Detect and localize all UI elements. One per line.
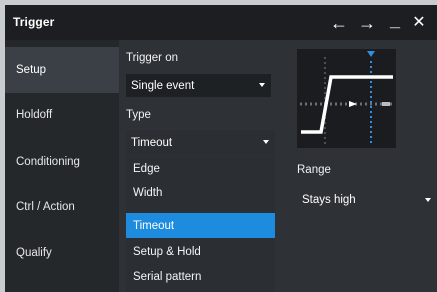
type-option-serial-pattern[interactable]: Serial pattern — [126, 265, 275, 289]
option-label: Timeout — [133, 219, 175, 232]
type-select[interactable]: Timeout — [126, 130, 275, 155]
range-label: Range — [297, 164, 331, 176]
chevron-down-icon — [425, 198, 431, 202]
type-dropdown-list: Edge Width Timeout Setup & Hold Serial p… — [126, 156, 275, 292]
arrow-left-icon[interactable]: ← — [329, 12, 349, 34]
type-option-timeout[interactable]: Timeout — [126, 213, 275, 238]
type-option-edge[interactable]: Edge — [126, 157, 275, 181]
range-select[interactable]: Stays high — [297, 188, 437, 212]
title-bar: Trigger ← → _ ✕ — [5, 5, 437, 40]
range-value: Stays high — [302, 194, 356, 206]
sidebar-item-setup[interactable]: Setup — [5, 47, 119, 93]
trigger-on-value: Single event — [131, 79, 195, 92]
minimize-icon[interactable]: _ — [385, 11, 405, 34]
dialog-title: Trigger — [13, 15, 55, 29]
option-label: Width — [133, 187, 163, 199]
sidebar-item-label: Conditioning — [16, 156, 80, 168]
sidebar-item-label: Holdoff — [16, 109, 53, 121]
sidebar-item-label: Setup — [16, 64, 47, 76]
trigger-on-label: Trigger on — [126, 52, 178, 64]
option-label: Edge — [133, 163, 160, 175]
trigger-on-select[interactable]: Single event — [126, 74, 271, 97]
type-value: Timeout — [131, 136, 173, 149]
close-icon[interactable]: ✕ — [409, 12, 429, 34]
sidebar-item-qualify[interactable]: Qualify — [5, 230, 119, 276]
timeout-signal-graphic — [300, 51, 393, 145]
sidebar-item-label: Ctrl / Action — [16, 201, 75, 213]
type-option-setup-hold[interactable]: Setup & Hold — [126, 240, 275, 264]
sidebar-item-label: Qualify — [16, 247, 52, 259]
sidebar-item-conditioning[interactable]: Conditioning — [5, 139, 119, 185]
sidebar-item-holdoff[interactable]: Holdoff — [5, 92, 119, 138]
timeout-signal-icon — [297, 49, 396, 148]
chevron-down-icon — [263, 140, 269, 144]
arrow-right-icon[interactable]: → — [357, 12, 377, 34]
sidebar: Setup Holdoff Conditioning Ctrl / Action… — [5, 40, 119, 292]
type-option-width[interactable]: Width — [126, 181, 275, 205]
option-label: Serial pattern — [133, 271, 202, 283]
type-label: Type — [126, 109, 151, 121]
option-label: Setup & Hold — [133, 246, 201, 258]
sidebar-item-ctrl-action[interactable]: Ctrl / Action — [5, 184, 119, 230]
chevron-down-icon — [259, 83, 265, 87]
trigger-dialog: Trigger ← → _ ✕ Setup Holdoff Conditioni… — [5, 5, 437, 292]
